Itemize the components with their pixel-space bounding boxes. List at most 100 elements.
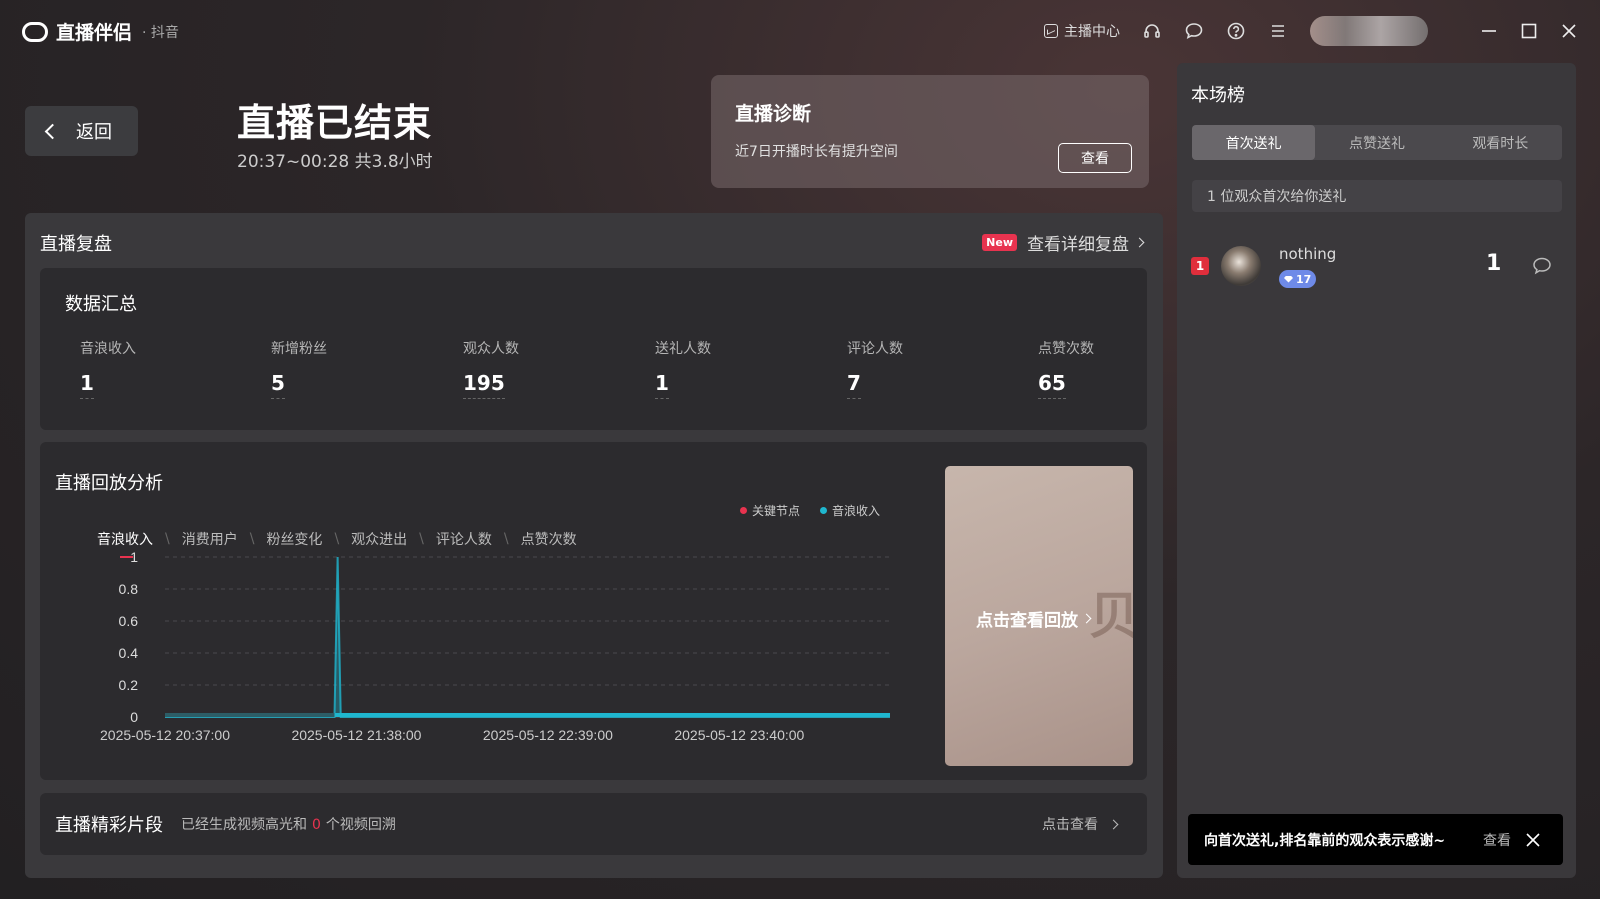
tab-separator: \ [334,531,340,547]
tab-separator: \ [503,531,509,547]
close-icon[interactable] [1560,22,1578,40]
diagnosis-desc: 近7日开播时长有提升空间 [735,144,898,160]
series-line-gift-income [165,556,890,718]
ranking-tabs: 首次送礼 点赞送礼 观看时长 [1192,125,1562,160]
x-tick-label: 2025-05-12 21:38:00 [291,727,421,743]
highlights-desc-suffix: 个视频回溯 [325,817,396,833]
chart-tab-fans[interactable]: 粉丝变化 [266,529,322,549]
highlights-desc: 已经生成视频高光和 0 个视频回溯 [181,814,396,834]
toast-text: 向首次送礼,排名靠前的观众表示感谢~ [1204,832,1446,849]
y-tick-label: 0.6 [119,613,139,629]
rank-number: 1 [1191,257,1209,275]
y-tick-label: 0 [130,709,138,725]
metric-label: 点赞次数 [1038,341,1094,357]
detail-review-link[interactable]: New 查看详细复盘 [982,230,1145,255]
chat-bubble-icon[interactable] [1531,255,1553,277]
help-icon[interactable] [1226,21,1246,41]
metric-label: 观众人数 [463,341,519,357]
app-title: 直播伴侣 [56,22,133,44]
tab-watch-time[interactable]: 观看时长 [1439,125,1562,160]
summary-title: 数据汇总 [65,294,137,315]
detail-review-label: 查看详细复盘 [1027,235,1129,255]
y-tick-label: 1 [130,552,138,565]
highlights-view-link[interactable]: 点击查看 [1042,814,1119,834]
highlights-bar: 直播精彩片段 已经生成视频高光和 0 个视频回溯 点击查看 [40,793,1147,855]
metric-label: 音浪收入 [80,341,136,357]
toast-view-link[interactable]: 查看 [1483,830,1511,850]
chart-tab-consumers[interactable]: 消费用户 [182,529,238,549]
chart-tab-audience[interactable]: 观众进出 [351,529,407,549]
x-tick-label: 2025-05-12 20:37:00 [100,727,230,743]
tab-first-gift[interactable]: 首次送礼 [1192,125,1316,160]
x-tick-label: 2025-05-12 22:39:00 [483,727,613,743]
thank-toast: 向首次送礼,排名靠前的观众表示感谢~ 查看 [1188,814,1563,865]
legend-key-node: 关键节点 [740,502,800,519]
metric-gifters[interactable]: 送礼人数 1 [655,338,711,399]
tab-like-gift[interactable]: 点赞送礼 [1315,125,1438,160]
maximize-icon[interactable] [1520,22,1538,40]
gift-count: 1 [1486,251,1502,276]
chevron-right-icon [1081,613,1092,624]
live-ended-title: 直播已结束 [237,101,433,145]
metric-label: 新增粉丝 [271,341,327,357]
review-title: 直播复盘 [40,234,112,255]
chart-tab-likes[interactable]: 点赞次数 [521,529,577,549]
thumb-watermark: 贝 [1089,587,1133,645]
y-tick-label: 0.2 [119,677,139,693]
viewer-name: nothing [1279,245,1337,263]
legend-dot [820,507,828,514]
metric-gift-income[interactable]: 音浪收入 1 [80,338,136,399]
diagnosis-card: 直播诊断 近7日开播时长有提升空间 查看 [711,75,1149,188]
minimize-icon[interactable] [1480,22,1498,40]
metric-commenters[interactable]: 评论人数 7 [847,338,903,399]
legend-label: 关键节点 [752,504,801,518]
close-icon[interactable] [1525,832,1541,848]
anchor-center-label: 主播中心 [1064,24,1120,40]
diagnosis-view-button[interactable]: 查看 [1058,143,1132,173]
metric-viewers[interactable]: 观众人数 195 [463,338,519,399]
back-button[interactable]: 返回 [25,106,138,156]
replay-thumbnail[interactable]: 贝 点击查看回放 [945,466,1133,766]
replay-play-label: 点击查看回放 [976,611,1078,631]
headset-icon[interactable] [1142,21,1162,41]
replay-play-link[interactable]: 点击查看回放 [976,606,1092,631]
highlights-desc-prefix: 已经生成视频高光和 [181,817,307,833]
metric-value: 1 [80,371,94,399]
avatar[interactable] [1221,246,1261,286]
replay-analysis-card: 直播回放分析 关键节点 音浪收入 音浪收入 \ 消费用户 \ 粉丝变化 \ 观众… [40,442,1147,780]
metric-label: 评论人数 [847,341,903,357]
ranking-row[interactable]: 1 nothing 17 1 [1191,243,1563,291]
level-value: 17 [1296,272,1312,286]
highlights-link-label: 点击查看 [1042,817,1098,833]
ranking-title: 本场榜 [1191,85,1245,106]
level-badge: 17 [1279,270,1317,288]
metric-likes[interactable]: 点赞次数 65 [1038,338,1094,399]
x-tick-label: 2025-05-12 23:40:00 [674,727,804,743]
diamond-icon [1284,275,1293,283]
review-panel: 直播复盘 New 查看详细复盘 数据汇总 音浪收入 1 新增粉丝 5 观众人数 … [25,213,1163,878]
back-label: 返回 [76,122,112,143]
chart-tab-gift-income[interactable]: 音浪收入 [97,529,153,558]
anchor-center-link[interactable]: 主播中心 [1044,21,1120,41]
metric-value: 195 [463,371,505,399]
metric-value: 5 [271,371,285,399]
chart-tabs: 音浪收入 \ 消费用户 \ 粉丝变化 \ 观众进出 \ 评论人数 \ 点赞次数 [97,529,577,558]
diagnosis-title: 直播诊断 [735,103,812,125]
gift-income-chart[interactable]: 0 0.2 0.4 0.6 0.8 1 2025-05-12 20:37:00 2025-05… [40,552,920,780]
legend-dot [740,507,747,514]
app-logo: 直播伴侣 · 抖音 [22,18,179,45]
menu-icon[interactable] [1268,21,1288,41]
metric-value: 7 [847,371,861,399]
tab-separator: \ [419,531,424,547]
title-bar: 直播伴侣 · 抖音 主播中心 [0,0,1600,62]
replay-title: 直播回放分析 [55,473,163,494]
tab-separator: \ [249,531,255,547]
highlights-count: 0 [312,817,321,833]
message-icon[interactable] [1184,21,1204,41]
legend-gift-income: 音浪收入 [820,502,880,519]
chevron-right-icon [1134,237,1145,248]
metric-new-fans[interactable]: 新增粉丝 5 [271,338,327,399]
user-profile-chip[interactable] [1310,16,1428,46]
chevron-left-icon [44,123,61,139]
chart-tab-comments[interactable]: 评论人数 [436,529,492,549]
